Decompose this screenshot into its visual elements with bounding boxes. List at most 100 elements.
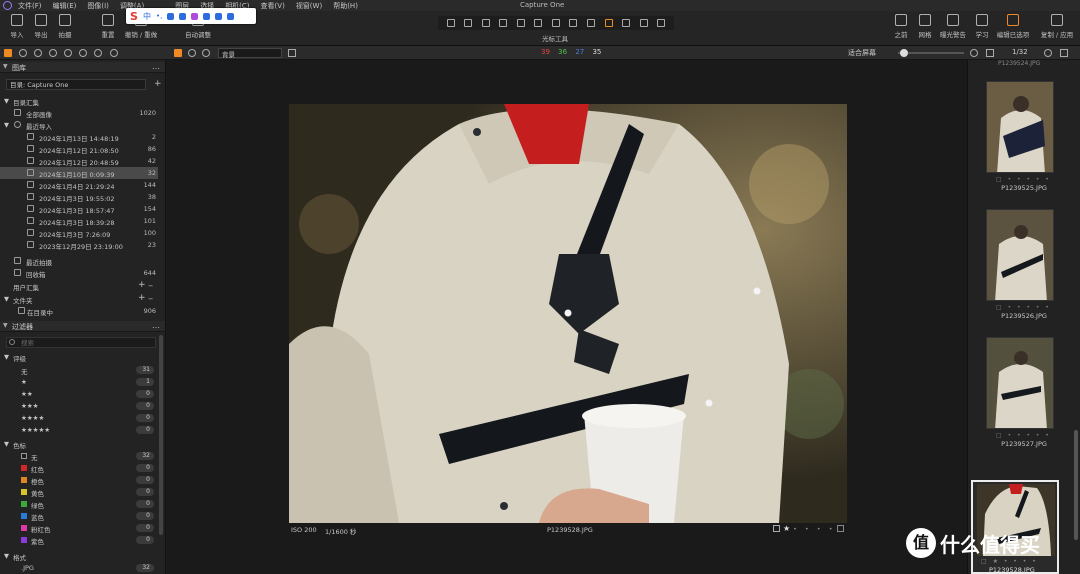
color-tag-row[interactable]: 无 32 (0, 450, 158, 462)
trash-row[interactable]: 回收箱 644 (0, 267, 158, 279)
add-icon[interactable] (288, 49, 296, 57)
microphone-icon[interactable] (167, 12, 175, 20)
minus-icon[interactable]: − (148, 295, 153, 303)
rating-row[interactable]: ★★★★★ 0 (0, 424, 158, 436)
more-icon[interactable] (1060, 49, 1068, 57)
thumbnail[interactable]: □ • • • • • P1239527.JPG (986, 337, 1054, 448)
rating-row[interactable]: ★★ 0 (0, 388, 158, 400)
import-row[interactable]: 2024年1月12日 21:08:50 86 (0, 143, 158, 155)
annotate-tool-icon[interactable] (587, 19, 596, 27)
import-row[interactable]: 2024年1月12日 20:48:59 42 (0, 155, 158, 167)
menu-image[interactable]: 图像(I) (87, 1, 109, 11)
pointer-tool-icon[interactable] (446, 19, 455, 27)
details-tab-icon[interactable] (79, 49, 87, 57)
zoom-slider-handle[interactable] (900, 49, 908, 57)
import-row[interactable]: 2024年1月3日 7:26:09 100 (0, 227, 158, 239)
thumbnail[interactable]: □ • • • • • P1239525.JPG (986, 81, 1054, 192)
rating-dots[interactable]: □ • • • • • (996, 304, 1051, 311)
eye-icon[interactable] (970, 49, 978, 57)
thumbnail-selected[interactable]: □ ★ • • • • P1239528.JPG (971, 480, 1059, 574)
rating-row[interactable]: ★ 1 (0, 376, 158, 388)
edit-selected-button[interactable]: 编辑已选项 (992, 14, 1034, 39)
ime-punct[interactable]: •, (156, 12, 162, 20)
rating-dots[interactable]: □ • • • • • (996, 432, 1051, 439)
minus-icon[interactable]: − (148, 282, 153, 290)
viewer-grid-icon[interactable] (174, 49, 182, 57)
skin-icon[interactable] (191, 12, 199, 20)
ime-mode[interactable]: 中 (143, 11, 151, 22)
in-catalog-row[interactable]: 在目录中 906 (0, 305, 158, 317)
user-collections-row[interactable]: 用户汇集 + − (0, 280, 158, 292)
rating-row[interactable]: ★★★★ 0 (0, 412, 158, 424)
eraser-tool-icon[interactable] (622, 19, 631, 27)
brush-tool-icon[interactable] (604, 19, 613, 27)
lens-tab-icon[interactable] (34, 49, 42, 57)
color-tag-header[interactable]: ▼ 色标 (0, 438, 158, 450)
color-tag-row[interactable]: 橙色 0 (0, 474, 158, 486)
crop-tool-icon[interactable] (499, 19, 508, 27)
color-tag-row[interactable]: 黄色 0 (0, 486, 158, 498)
color-tag-row[interactable]: 红色 0 (0, 462, 158, 474)
recent-imports-row[interactable]: ▼ 最近导入 (0, 119, 158, 131)
checkbox-icon[interactable] (773, 525, 780, 532)
search-icon[interactable] (1044, 49, 1052, 57)
gradient-tool-icon[interactable] (639, 19, 648, 27)
thumbnail[interactable]: □ • • • • • P1239526.JPG (986, 209, 1054, 320)
folder-tab-icon[interactable] (4, 49, 12, 57)
catalog-select[interactable]: 目录: Capture One (6, 79, 146, 90)
copy-apply-button[interactable]: 复制 / 应用 (1036, 14, 1078, 39)
capture-tab-icon[interactable] (19, 49, 27, 57)
sort-icon[interactable] (986, 49, 994, 57)
import-row[interactable]: 2024年1月3日 19:55:02 38 (0, 191, 158, 203)
star-icon[interactable]: ★ (783, 524, 790, 533)
color-tag-row[interactable]: 绿色 0 (0, 498, 158, 510)
rating-dots[interactable]: □ ★ • • • • (981, 558, 1038, 565)
format-header[interactable]: ▼ 格式 (0, 550, 158, 562)
library-header[interactable]: ▼ 图库… (0, 62, 165, 73)
filter-search-input[interactable]: 搜索 (6, 337, 156, 348)
capture-button[interactable]: 拍摄 (48, 14, 82, 39)
toolbox-icon[interactable] (215, 12, 223, 20)
rating-row[interactable]: 无 31 (0, 364, 158, 376)
more-icon[interactable]: … (152, 62, 160, 71)
rating-header[interactable]: ▼ 评级 (0, 351, 158, 363)
keystone-tool-icon[interactable] (534, 19, 543, 27)
metadata-tab-icon[interactable] (110, 49, 118, 57)
color-tab-icon[interactable] (49, 49, 57, 57)
menu-window[interactable]: 视窗(W) (296, 1, 322, 11)
rating-dots[interactable]: • • • • (793, 525, 836, 533)
viewer-single-icon[interactable] (188, 49, 196, 57)
all-images-row[interactable]: 全部画像 1020 (0, 107, 158, 119)
fit-screen-label[interactable]: 适合屏幕 (848, 48, 876, 58)
background-select[interactable]: 背景 (218, 48, 282, 59)
browser-scrollbar[interactable] (1074, 430, 1078, 540)
color-tag-row[interactable]: 粉红色 0 (0, 522, 158, 534)
picker-tool-icon[interactable] (569, 19, 578, 27)
add-icon[interactable]: + (138, 293, 146, 303)
panel-scrollbar[interactable] (159, 335, 163, 535)
import-row[interactable]: 2024年1月13日 14:48:19 2 (0, 131, 158, 143)
folders-row[interactable]: ▼ 文件夹 + − (0, 293, 158, 305)
grid-icon[interactable] (837, 525, 844, 532)
add-catalog-icon[interactable]: + (154, 79, 162, 89)
clone-tool-icon[interactable] (657, 19, 666, 27)
add-icon[interactable]: + (138, 280, 146, 290)
zoom-slider[interactable] (898, 49, 964, 57)
loupe-tool-icon[interactable] (481, 19, 490, 27)
exposure-tab-icon[interactable] (64, 49, 72, 57)
pan-tool-icon[interactable] (464, 19, 473, 27)
rotate-tool-icon[interactable] (516, 19, 525, 27)
adjustments-tab-icon[interactable] (94, 49, 102, 57)
import-row[interactable]: 2024年1月3日 18:39:28 101 (0, 215, 158, 227)
import-row-selected[interactable]: 2024年1月10日 0:09:39 32 (0, 167, 158, 179)
format-row[interactable]: .JPG 32 (0, 562, 158, 574)
import-row[interactable]: 2024年1月4日 21:29:24 144 (0, 179, 158, 191)
menu-help[interactable]: 帮助(H) (333, 1, 358, 11)
rating-dots[interactable]: □ • • • • • (996, 176, 1051, 183)
recent-captures-row[interactable]: 最近拍摄 (0, 255, 158, 267)
import-row[interactable]: 2024年1月3日 18:57:47 154 (0, 203, 158, 215)
rating-row[interactable]: ★★★ 0 (0, 400, 158, 412)
emoji-icon[interactable] (203, 12, 211, 20)
color-tag-row[interactable]: 蓝色 0 (0, 510, 158, 522)
menu-file[interactable]: 文件(F) (18, 1, 42, 11)
